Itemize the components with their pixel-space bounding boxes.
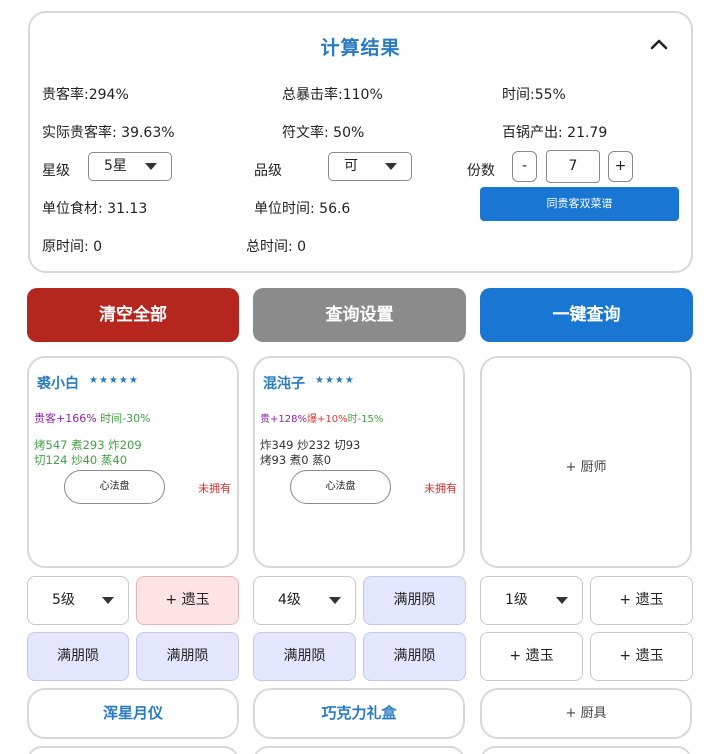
rune-rate: 符文率: 50%	[282, 125, 365, 141]
time-effect: 时间-30%	[96, 412, 151, 425]
ownership-status: 未拥有	[198, 482, 231, 495]
total-time: 总时间: 0	[246, 239, 307, 255]
result-panel: 计算结果 贵客率:294% 总暴击率:110% 时间:55% 实际贵客率: 39…	[28, 11, 693, 273]
slot-2b[interactable]: 满朋陨	[363, 632, 466, 681]
chef-skills-line-2: 切124 炒40 蒸40	[34, 453, 128, 467]
add-chef-label: + 厨师	[565, 460, 607, 475]
star-label: 星级	[42, 163, 70, 179]
chef-skills-line-1: 烤547 煮293 炸209	[34, 438, 142, 452]
hundred-pot-output: 百锅产出: 21.79	[502, 125, 608, 141]
time-effect: 时-15%	[347, 414, 384, 425]
guest-rate: 贵客率:294%	[42, 87, 129, 103]
guest-effect: 贵+128%	[260, 414, 307, 425]
chef-name: 混沌子	[263, 376, 305, 392]
relic-slot-3[interactable]: + 遗玉	[590, 576, 693, 625]
level-select-2[interactable]: 4级	[253, 576, 356, 625]
panel-title: 计算结果	[320, 37, 401, 59]
star-select-value: 5星	[104, 158, 127, 174]
relic-slot-2[interactable]: 满朋陨	[363, 576, 466, 625]
unit-ingredient: 单位食材: 31.13	[42, 201, 148, 217]
chef-skills-line-2: 烤93 煮0 蒸0	[260, 453, 332, 467]
copies-input[interactable]: 7	[546, 150, 600, 183]
time-stat: 时间:55%	[502, 87, 566, 103]
next-row-slot-1[interactable]	[27, 746, 239, 754]
level-value: 5级	[52, 592, 75, 608]
caret-down-icon	[385, 163, 397, 170]
relic-slot-1[interactable]: + 遗玉	[136, 576, 239, 625]
same-guest-double-recipe-button[interactable]: 同贵客双菜谱	[480, 187, 679, 221]
next-row-slot-2[interactable]	[253, 746, 465, 754]
caret-down-icon	[556, 597, 568, 604]
chef-name: 裘小白	[37, 376, 79, 392]
chef-skills-line-1: 炸349 炒232 切93	[260, 438, 361, 452]
clear-all-button[interactable]: 清空全部	[27, 288, 239, 342]
chef-card-2[interactable]: 混沌子 ★★★★ 贵+128%爆+10%时-15% 炸349 炒232 切93 …	[253, 356, 465, 568]
slot-3a[interactable]: + 遗玉	[480, 632, 583, 681]
star-rating: ★★★★★	[89, 375, 139, 386]
caret-down-icon	[329, 597, 341, 604]
chevron-up-icon[interactable]	[647, 33, 671, 57]
actual-guest-rate: 实际贵客率: 39.63%	[42, 125, 175, 141]
slot-2a[interactable]: 满朋陨	[253, 632, 356, 681]
ownership-status: 未拥有	[424, 482, 457, 495]
chef-effects: 贵+128%爆+10%时-15%	[260, 410, 383, 425]
caret-down-icon	[145, 163, 157, 170]
original-time: 原时间: 0	[42, 239, 103, 255]
level-select-3[interactable]: 1级	[480, 576, 583, 625]
level-value: 1级	[505, 592, 528, 608]
tool-slot-2[interactable]: 巧克力礼盒	[253, 688, 465, 739]
xinfa-button[interactable]: 心法盘	[290, 470, 391, 504]
quality-select[interactable]: 可	[328, 152, 412, 181]
unit-time: 单位时间: 56.6	[254, 201, 351, 217]
quality-select-value: 可	[344, 158, 358, 174]
copies-label: 份数	[467, 163, 495, 179]
tool-slot-1[interactable]: 浑星月仪	[27, 688, 239, 739]
slot-3b[interactable]: + 遗玉	[590, 632, 693, 681]
level-value: 4级	[278, 592, 301, 608]
chef-effects: 贵客+166% 时间-30%	[34, 410, 151, 426]
one-click-query-button[interactable]: 一键查询	[480, 288, 693, 342]
decrement-button[interactable]: -	[512, 151, 537, 182]
increment-button[interactable]: +	[608, 151, 633, 182]
next-row-slot-3[interactable]	[480, 746, 692, 754]
caret-down-icon	[102, 597, 114, 604]
crit-effect: 爆+10%	[306, 414, 348, 425]
level-select-1[interactable]: 5级	[27, 576, 129, 625]
star-rating: ★★★★	[315, 375, 355, 386]
slot-1b[interactable]: 满朋陨	[136, 632, 239, 681]
add-chef-card[interactable]: + 厨师	[480, 356, 692, 568]
guest-effect: 贵客+166%	[34, 412, 97, 425]
xinfa-button[interactable]: 心法盘	[64, 470, 165, 504]
crit-rate: 总暴击率:110%	[282, 87, 383, 103]
chef-card-1[interactable]: 裘小白 ★★★★★ 贵客+166% 时间-30% 烤547 煮293 炸209 …	[27, 356, 239, 568]
star-select[interactable]: 5星	[88, 152, 172, 181]
quality-label: 品级	[254, 163, 282, 179]
slot-1a[interactable]: 满朋陨	[27, 632, 129, 681]
query-settings-button[interactable]: 查询设置	[253, 288, 466, 342]
tool-slot-3[interactable]: + 厨具	[480, 688, 692, 739]
